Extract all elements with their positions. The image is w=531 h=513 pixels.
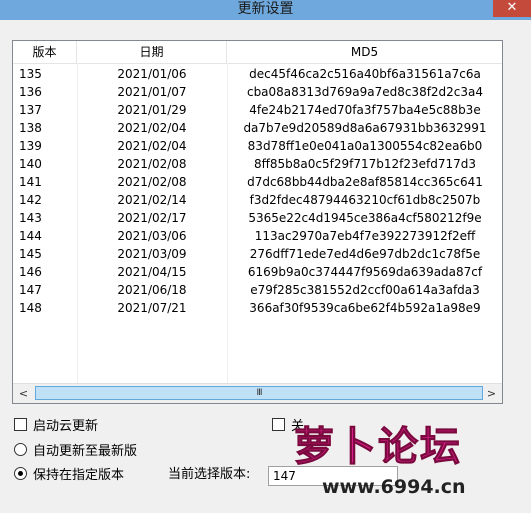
list-header: 版本 日期 MD5 bbox=[13, 41, 502, 64]
md5-cell: f3d2fdec48794463210cf61db8c2507b bbox=[249, 193, 481, 207]
radio-selected-icon bbox=[14, 467, 27, 480]
md5-cell: dec45f46ca2c516a40bf6a31561a7c6a bbox=[249, 67, 481, 81]
date-cell: 2021/04/15 bbox=[117, 265, 187, 279]
enable-cloud-update-checkbox[interactable]: 启动云更新 bbox=[14, 418, 98, 435]
date-cell: 2021/01/29 bbox=[117, 103, 187, 117]
date-cell: 2021/02/04 bbox=[117, 121, 187, 135]
watermark-url: www.6994.cn bbox=[322, 476, 466, 498]
version-cell: 147 bbox=[19, 283, 42, 297]
version-cell: 148 bbox=[19, 301, 42, 315]
date-cell: 2021/02/08 bbox=[117, 175, 187, 189]
watermark-text: 萝卜论坛 bbox=[294, 424, 462, 471]
table-row[interactable]: 144 2021/03/06 113ac2970a7eb4f7e392273912f… bbox=[13, 227, 502, 245]
version-cell: 140 bbox=[19, 157, 42, 171]
md5-cell: 366af30f9539ca6be62f4b592a1a98e9 bbox=[249, 301, 481, 315]
table-row[interactable]: 138 2021/02/04 da7b7e9d20589d8a6a67931bb36… bbox=[13, 119, 502, 137]
version-cell: 146 bbox=[19, 265, 42, 279]
table-row[interactable]: 140 2021/02/08 8ff85b8a0c5f29f717b12f23efd… bbox=[13, 155, 502, 173]
title-bar: 更新设置 ✕ bbox=[0, 0, 531, 20]
list-rows: 135 2021/01/06 dec45f46ca2c516a40bf6a31561… bbox=[13, 65, 502, 317]
column-header-date[interactable]: 日期 bbox=[77, 41, 227, 63]
table-row[interactable]: 146 2021/04/15 6169b9a0c374447f9569da639ad… bbox=[13, 263, 502, 281]
radio-icon bbox=[14, 443, 27, 456]
date-cell: 2021/01/07 bbox=[117, 85, 187, 99]
column-header-version[interactable]: 版本 bbox=[13, 41, 77, 63]
keep-specified-version-label: 保持在指定版本 bbox=[33, 468, 125, 483]
table-row[interactable]: 143 2021/02/17 5365e22c4d1945ce386a4cf5802… bbox=[13, 209, 502, 227]
date-cell: 2021/03/09 bbox=[117, 247, 187, 261]
date-cell: 2021/01/06 bbox=[117, 67, 187, 81]
table-row[interactable]: 145 2021/03/09 276dff71ede7ed4d6e97db2dc1c… bbox=[13, 245, 502, 263]
version-cell: 143 bbox=[19, 211, 42, 225]
md5-cell: 276dff71ede7ed4d6e97db2dc1c78f5e bbox=[249, 247, 481, 261]
version-cell: 138 bbox=[19, 121, 42, 135]
md5-cell: cba08a8313d769a9a7ed8c38f2d2c3a4 bbox=[246, 85, 484, 99]
checkbox-icon bbox=[272, 418, 285, 431]
md5-cell: 4fe24b2174ed70fa3f757ba4e5c88b3e bbox=[249, 103, 481, 117]
table-row[interactable]: 148 2021/07/21 366af30f9539ca6be62f4b592a1… bbox=[13, 299, 502, 317]
version-cell: 145 bbox=[19, 247, 42, 261]
enable-cloud-update-label: 启动云更新 bbox=[33, 419, 99, 434]
grip-icon: III bbox=[256, 388, 263, 398]
close-button[interactable]: ✕ bbox=[493, 0, 531, 17]
md5-cell: 8ff85b8a0c5f29f717b12f23efd717d3 bbox=[253, 157, 477, 171]
scroll-left-icon[interactable]: < bbox=[15, 384, 32, 403]
md5-cell: 5365e22c4d1945ce386a4cf580212f9e bbox=[248, 211, 482, 225]
table-row[interactable]: 142 2021/02/14 f3d2fdec48794463210cf61db8c… bbox=[13, 191, 502, 209]
date-cell: 2021/02/08 bbox=[117, 157, 187, 171]
version-cell: 142 bbox=[19, 193, 42, 207]
close-icon: ✕ bbox=[506, 0, 518, 15]
date-cell: 2021/02/04 bbox=[117, 139, 187, 153]
column-header-md5[interactable]: MD5 bbox=[227, 41, 502, 63]
scroll-thumb[interactable]: III bbox=[35, 386, 483, 400]
table-row[interactable]: 135 2021/01/06 dec45f46ca2c516a40bf6a31561… bbox=[13, 65, 502, 83]
md5-cell: 83d78ff1e0e041a0a1300554c82ea6b0 bbox=[247, 139, 483, 153]
date-cell: 2021/02/17 bbox=[117, 211, 187, 225]
watermark-logo: 萝卜论坛 www.6994.cn bbox=[288, 410, 516, 506]
table-row[interactable]: 136 2021/01/07 cba08a8313d769a9a7ed8c38f2d… bbox=[13, 83, 502, 101]
table-row[interactable]: 137 2021/01/29 4fe24b2174ed70fa3f757ba4e5c… bbox=[13, 101, 502, 119]
window-title: 更新设置 bbox=[237, 1, 294, 17]
date-cell: 2021/03/06 bbox=[117, 229, 187, 243]
table-row[interactable]: 141 2021/02/08 d7dc68bb44dba2e8af85814cc36… bbox=[13, 173, 502, 191]
version-list[interactable]: 版本 日期 MD5 135 2021/01/06 dec45f46ca2c516a4… bbox=[12, 40, 503, 404]
keep-specified-version-radio[interactable]: 保持在指定版本 bbox=[14, 467, 124, 484]
date-cell: 2021/07/21 bbox=[117, 301, 187, 315]
date-cell: 2021/02/14 bbox=[117, 193, 187, 207]
md5-cell: da7b7e9d20589d8a6a67931bb3632991 bbox=[243, 121, 487, 135]
table-row[interactable]: 139 2021/02/04 83d78ff1e0e041a0a1300554c82… bbox=[13, 137, 502, 155]
version-cell: 137 bbox=[19, 103, 42, 117]
auto-update-latest-label: 自动更新至最新版 bbox=[33, 444, 138, 459]
version-cell: 136 bbox=[19, 85, 42, 99]
md5-cell: e79f285c381552d2ccf00a614a3afda3 bbox=[250, 283, 480, 297]
date-cell: 2021/06/18 bbox=[117, 283, 187, 297]
table-row[interactable]: 147 2021/06/18 e79f285c381552d2ccf00a614a3… bbox=[13, 281, 502, 299]
md5-cell: 6169b9a0c374447f9569da639ada87cf bbox=[247, 265, 483, 279]
horizontal-scrollbar[interactable]: < III > bbox=[13, 383, 502, 403]
checkbox-icon bbox=[14, 418, 27, 431]
auto-update-latest-radio[interactable]: 自动更新至最新版 bbox=[14, 443, 137, 460]
md5-cell: 113ac2970a7eb4f7e392273912f2eff bbox=[254, 229, 476, 243]
version-cell: 141 bbox=[19, 175, 42, 189]
version-cell: 135 bbox=[19, 67, 42, 81]
version-cell: 144 bbox=[19, 229, 42, 243]
version-cell: 139 bbox=[19, 139, 42, 153]
md5-cell: d7dc68bb44dba2e8af85814cc365c641 bbox=[247, 175, 483, 189]
current-version-label: 当前选择版本: bbox=[168, 467, 251, 482]
scroll-right-icon[interactable]: > bbox=[483, 384, 500, 403]
